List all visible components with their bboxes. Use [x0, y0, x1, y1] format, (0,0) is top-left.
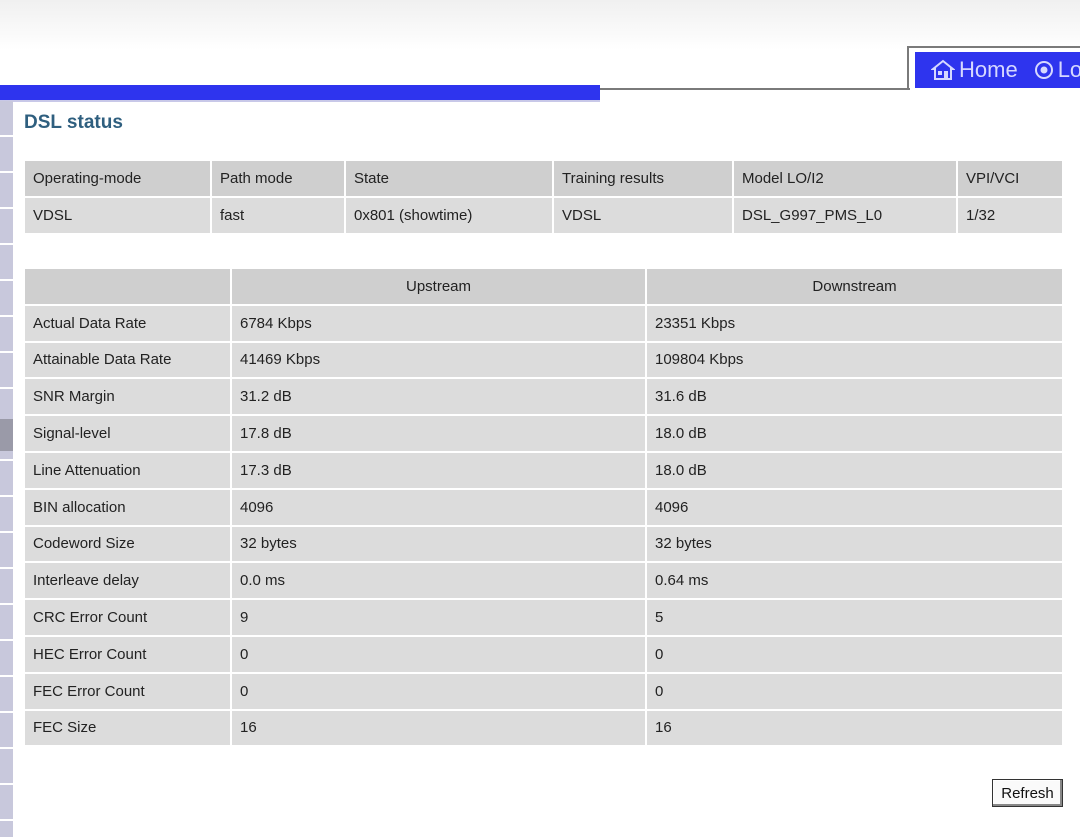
downstream-value: 0.64 ms [647, 563, 1062, 599]
table-row: BIN allocation 4096 4096 [25, 489, 1062, 525]
row-label: Attainable Data Rate [25, 342, 230, 378]
page-title: DSL status [24, 112, 123, 133]
row-label: Signal-level [25, 416, 230, 451]
table-row: Codeword Size 32 bytes 32 bytes [25, 526, 1062, 562]
table-cell: 0x801 (showtime) [346, 198, 552, 233]
table-row: Interleave delay 0.0 ms 0.64 ms [25, 563, 1062, 599]
table-row: SNR Margin 31.2 dB 31.6 dB [25, 379, 1062, 415]
table-row: FEC Size 16 16 [25, 710, 1062, 746]
header-cell: Operating-mode [25, 161, 210, 196]
header-cell-downstream: Downstream [647, 269, 1062, 304]
left-side-menu[interactable] [0, 101, 13, 837]
header-blue-bar [0, 85, 600, 102]
upstream-value: 32 bytes [232, 526, 645, 562]
house-icon [931, 58, 955, 82]
upstream-value: 0.0 ms [232, 563, 645, 599]
table-header-row: Upstream Downstream [25, 269, 1062, 304]
dsl-stats-table: Upstream Downstream Actual Data Rate 678… [23, 267, 1064, 747]
downstream-value: 23351 Kbps [647, 305, 1062, 341]
top-nav-bar: Home Lo [915, 52, 1080, 88]
header-cell: Path mode [212, 161, 344, 196]
header-cell: Training results [554, 161, 732, 196]
header-divider [600, 88, 910, 90]
row-label: Actual Data Rate [25, 305, 230, 341]
row-label: BIN allocation [25, 489, 230, 525]
nav-second-link[interactable]: Lo [1034, 57, 1080, 83]
upstream-value: 16 [232, 710, 645, 746]
table-row: VDSL fast 0x801 (showtime) VDSL DSL_G997… [25, 198, 1062, 233]
upstream-value: 0 [232, 636, 645, 672]
downstream-value: 16 [647, 710, 1062, 746]
table-cell: VDSL [554, 198, 732, 233]
row-label: CRC Error Count [25, 600, 230, 635]
table-row: FEC Error Count 0 0 [25, 673, 1062, 709]
refresh-button[interactable]: Refresh [992, 779, 1063, 807]
row-label: SNR Margin [25, 379, 230, 415]
upstream-value: 0 [232, 673, 645, 709]
upstream-value: 31.2 dB [232, 379, 645, 415]
upstream-value: 4096 [232, 489, 645, 525]
line-info-table: Operating-mode Path mode State Training … [23, 159, 1064, 235]
circle-dot-icon [1034, 60, 1054, 80]
upstream-value: 9 [232, 600, 645, 635]
header-cell: State [346, 161, 552, 196]
downstream-value: 18.0 dB [647, 452, 1062, 488]
downstream-value: 0 [647, 636, 1062, 672]
table-cell: 1/32 [958, 198, 1062, 233]
table-row: Signal-level 17.8 dB 18.0 dB [25, 416, 1062, 451]
row-label: Line Attenuation [25, 452, 230, 488]
header-cell [25, 269, 230, 304]
nav-home-label: Home [959, 57, 1018, 82]
page: Home Lo DSL status Operating-mode Path m… [0, 0, 1080, 837]
header-cell-upstream: Upstream [232, 269, 645, 304]
upstream-value: 6784 Kbps [232, 305, 645, 341]
table-header-row: Operating-mode Path mode State Training … [25, 161, 1062, 196]
upstream-value: 17.8 dB [232, 416, 645, 451]
downstream-value: 32 bytes [647, 526, 1062, 562]
downstream-value: 109804 Kbps [647, 342, 1062, 378]
table-cell: DSL_G997_PMS_L0 [734, 198, 956, 233]
row-label: Interleave delay [25, 563, 230, 599]
top-banner [0, 0, 1080, 50]
downstream-value: 18.0 dB [647, 416, 1062, 451]
downstream-value: 5 [647, 600, 1062, 635]
table-row: Actual Data Rate 6784 Kbps 23351 Kbps [25, 305, 1062, 341]
table-row: CRC Error Count 9 5 [25, 600, 1062, 635]
upstream-value: 17.3 dB [232, 452, 645, 488]
row-label: HEC Error Count [25, 636, 230, 672]
table-cell: fast [212, 198, 344, 233]
upstream-value: 41469 Kbps [232, 342, 645, 378]
row-label: FEC Size [25, 710, 230, 746]
header-cell: VPI/VCI [958, 161, 1062, 196]
table-cell: VDSL [25, 198, 210, 233]
downstream-value: 4096 [647, 489, 1062, 525]
nav-home-link[interactable]: Home [931, 57, 1018, 83]
table-row: Attainable Data Rate 41469 Kbps 109804 K… [25, 342, 1062, 378]
row-label: FEC Error Count [25, 673, 230, 709]
downstream-value: 0 [647, 673, 1062, 709]
nav-second-label: Lo [1057, 57, 1080, 82]
table-row: Line Attenuation 17.3 dB 18.0 dB [25, 452, 1062, 488]
table-row: HEC Error Count 0 0 [25, 636, 1062, 672]
row-label: Codeword Size [25, 526, 230, 562]
header-cell: Model LO/I2 [734, 161, 956, 196]
downstream-value: 31.6 dB [647, 379, 1062, 415]
left-menu-active-item[interactable] [0, 419, 13, 451]
